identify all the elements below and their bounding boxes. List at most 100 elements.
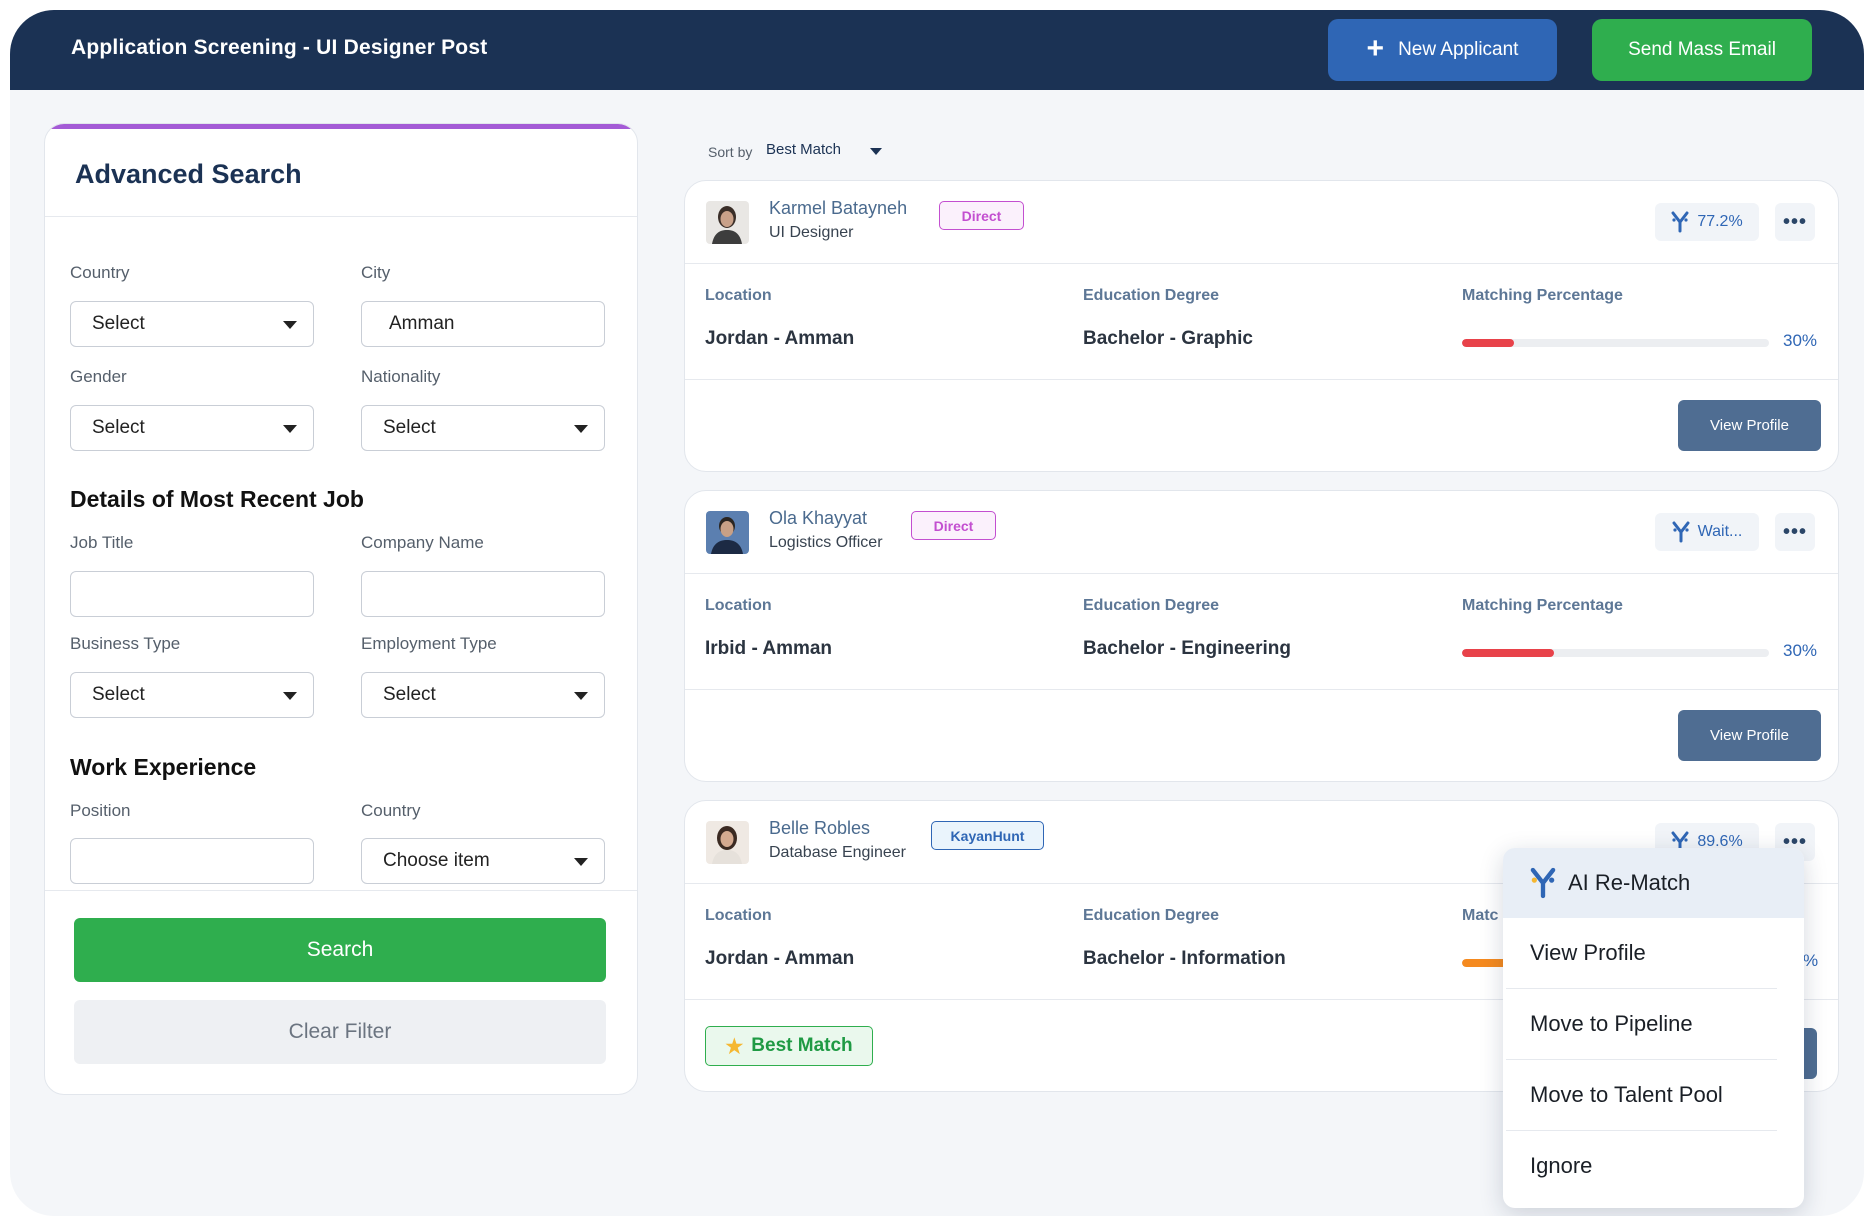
matching-label: Matching Percentage [1462,287,1623,304]
matching-percentage-value: 30% [1783,641,1818,660]
new-applicant-button[interactable]: + New Applicant [1328,19,1557,81]
education-value: Bachelor - Information [1083,948,1286,969]
menu-item-label: AI Re-Match [1568,870,1691,895]
matching-label: Matc [1462,907,1499,924]
nationality-select-value: Select [383,417,436,438]
advanced-search-panel: Advanced Search Country City Select Amma… [44,123,638,1095]
city-input-value: Amman [389,313,455,334]
avatar [706,511,749,554]
location-value: Irbid - Amman [705,638,833,659]
divider [685,379,1838,380]
ai-match-icon [1530,867,1556,899]
menu-item-move-to-talent-pool[interactable]: Move to Talent Pool [1503,1060,1804,1130]
ai-match-icon [1672,521,1690,543]
candidate-actions-menu: AI Re-Match View Profile Move to Pipelin… [1503,848,1804,1208]
position-input[interactable] [70,838,314,884]
page-title: Application Screening - UI Designer Post [71,36,488,59]
more-options-button[interactable]: ••• [1775,513,1815,551]
app-window: Application Screening - UI Designer Post… [10,10,1864,1216]
nationality-label: Nationality [361,367,441,386]
gender-select[interactable]: Select [70,405,314,451]
ai-match-chip[interactable]: 77.2% [1655,203,1759,241]
source-tag: Direct [911,511,996,540]
new-applicant-label: New Applicant [1398,39,1519,60]
education-label: Education Degree [1083,597,1220,614]
candidate-card: Ola Khayyat Logistics Officer Direct Wai… [684,490,1839,782]
job-title-input[interactable] [70,571,314,617]
panel-header: Advanced Search [45,129,637,217]
business-type-label: Business Type [70,634,181,653]
company-name-input[interactable] [361,571,605,617]
matching-percentage-value: % [1803,951,1819,970]
ai-match-chip[interactable]: Wait... [1655,513,1759,551]
advanced-search-title: Advanced Search [75,159,302,189]
matching-progress-bar [1462,649,1769,657]
nationality-select[interactable]: Select [361,405,605,451]
source-tag: Direct [939,201,1024,230]
education-value: Bachelor - Graphic [1083,328,1253,349]
location-value: Jordan - Amman [705,948,855,969]
chevron-down-icon [574,425,588,433]
company-name-label: Company Name [361,533,484,552]
matching-percentage-value: 30% [1783,331,1818,350]
country-label: Country [70,263,130,282]
send-mass-email-button[interactable]: Send Mass Email [1592,19,1812,81]
view-profile-button[interactable] [1803,1028,1817,1079]
divider [685,689,1838,690]
avatar [706,201,749,244]
employment-type-label: Employment Type [361,634,497,653]
business-type-select-value: Select [92,684,145,705]
ai-match-icon [1671,211,1689,233]
location-label: Location [705,597,772,614]
ai-match-score: Wait... [1697,523,1743,540]
gender-label: Gender [70,367,127,386]
avatar [706,821,749,864]
matching-progress-fill [1462,649,1555,657]
we-country-select-value: Choose item [383,850,490,871]
best-match-label: Best Match [751,1035,853,1056]
recent-job-section-title: Details of Most Recent Job [70,486,364,512]
ai-match-score: 77.2% [1697,213,1743,230]
location-value: Jordan - Amman [705,328,855,349]
country-select[interactable]: Select [70,301,314,347]
chevron-down-icon [283,425,297,433]
candidate-card: Karmel Batayneh UI Designer Direct 77.2%… [684,180,1839,472]
more-options-button[interactable]: ••• [1775,203,1815,241]
menu-item-ignore[interactable]: Ignore [1503,1131,1804,1201]
candidate-role: UI Designer [769,224,854,241]
chevron-down-icon[interactable] [870,148,882,155]
plus-icon: + [1366,32,1385,65]
candidate-name[interactable]: Ola Khayyat [769,508,867,529]
sort-by-label: Sort by [708,144,753,160]
position-label: Position [70,801,131,820]
chevron-down-icon [574,692,588,700]
education-value: Bachelor - Engineering [1083,638,1291,659]
employment-type-select-value: Select [383,684,436,705]
gender-select-value: Select [92,417,145,438]
matching-progress-bar [1462,339,1769,347]
we-country-select[interactable]: Choose item [361,838,605,884]
work-experience-section-title: Work Experience [70,754,257,780]
city-input[interactable]: Amman [361,301,605,347]
candidate-name[interactable]: Karmel Batayneh [769,198,907,219]
menu-item-view-profile[interactable]: View Profile [1503,918,1804,988]
candidate-name[interactable]: Belle Robles [769,818,870,839]
chevron-down-icon [574,858,588,866]
candidate-card-header: Ola Khayyat Logistics Officer Direct Wai… [685,491,1838,574]
business-type-select[interactable]: Select [70,672,314,718]
location-label: Location [705,907,772,924]
top-bar: Application Screening - UI Designer Post… [10,10,1864,90]
sort-by-select[interactable]: Best Match [766,141,841,158]
source-tag: KayanHunt [931,821,1044,850]
menu-item-ai-rematch[interactable]: AI Re-Match [1503,848,1804,918]
view-profile-button[interactable]: View Profile [1678,400,1821,451]
search-button[interactable]: Search [74,918,606,982]
city-label: City [361,263,391,282]
education-label: Education Degree [1083,287,1220,304]
view-profile-button[interactable]: View Profile [1678,710,1821,761]
menu-item-move-to-pipeline[interactable]: Move to Pipeline [1503,989,1804,1059]
education-label: Education Degree [1083,907,1220,924]
clear-filter-button[interactable]: Clear Filter [74,1000,606,1064]
country-select-value: Select [92,313,145,334]
employment-type-select[interactable]: Select [361,672,605,718]
